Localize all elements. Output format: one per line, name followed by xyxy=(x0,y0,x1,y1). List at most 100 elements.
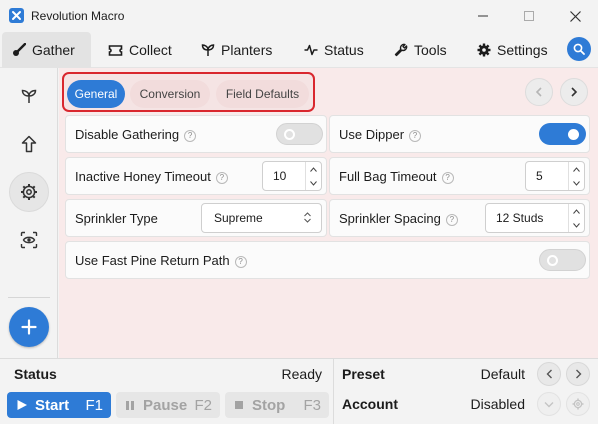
pause-button[interactable]: Pause F2 xyxy=(116,392,220,418)
tab-status[interactable]: Status xyxy=(294,32,374,68)
number-stepper[interactable] xyxy=(305,162,321,190)
stop-icon xyxy=(235,401,243,409)
setting-fast-pine-return: Use Fast Pine Return Path? xyxy=(65,241,590,279)
subtab-field-defaults[interactable]: Field Defaults xyxy=(216,80,309,108)
sprout-icon xyxy=(21,89,37,103)
sprinkler-type-select[interactable]: Supreme xyxy=(201,203,322,233)
preset-value[interactable]: Default xyxy=(481,366,525,382)
chevron-down-icon[interactable] xyxy=(569,176,584,190)
account-value[interactable]: Disabled xyxy=(471,396,525,412)
sprout-icon xyxy=(201,44,215,56)
sidebar-item-planters[interactable] xyxy=(9,76,49,116)
setting-label: Use Dipper xyxy=(339,126,405,142)
tab-gather[interactable]: Gather xyxy=(2,32,91,68)
wrench-icon xyxy=(394,43,408,57)
account-dropdown-button[interactable] xyxy=(537,392,561,416)
gather-content: General Conversion Field Defaults Disabl… xyxy=(59,68,598,358)
account-settings-button[interactable] xyxy=(566,392,590,416)
setting-label: Sprinkler Spacing xyxy=(339,210,441,226)
tab-collect[interactable]: Collect xyxy=(98,32,182,68)
full-bag-timeout-input[interactable]: 5 xyxy=(525,161,585,191)
help-icon[interactable]: ? xyxy=(234,255,247,268)
help-icon[interactable]: ? xyxy=(184,129,197,142)
chevron-up-icon[interactable] xyxy=(569,162,584,176)
gear-icon xyxy=(477,43,491,57)
play-icon xyxy=(17,400,27,410)
status-value: Ready xyxy=(281,366,322,382)
maximize-button[interactable] xyxy=(506,0,552,32)
prev-page-button[interactable] xyxy=(525,78,553,106)
chevron-right-icon xyxy=(575,369,581,379)
input-value: 10 xyxy=(273,169,287,183)
tab-label: Tools xyxy=(414,42,447,58)
number-stepper[interactable] xyxy=(568,162,584,190)
main-tab-bar: Gather Collect Planters Status Tools Set… xyxy=(0,32,598,68)
disable-gathering-toggle[interactable] xyxy=(276,123,323,145)
inactive-honey-timeout-input[interactable]: 10 xyxy=(262,161,322,191)
help-icon[interactable]: ? xyxy=(445,213,458,226)
chevron-down-icon xyxy=(544,401,554,407)
account-label: Account xyxy=(342,396,398,412)
setting-label: Full Bag Timeout xyxy=(339,168,437,184)
sidebar-item-vision[interactable] xyxy=(9,220,49,260)
sidebar-item-upload[interactable] xyxy=(9,124,49,164)
divider xyxy=(333,359,334,424)
add-button[interactable] xyxy=(9,307,49,347)
help-icon[interactable]: ? xyxy=(409,129,422,142)
tab-planters[interactable]: Planters xyxy=(191,32,282,68)
setting-label: Inactive Honey Timeout xyxy=(75,168,211,184)
sprinkler-spacing-input[interactable]: 12 Studs xyxy=(485,203,585,233)
chevron-left-icon xyxy=(535,87,542,97)
brush-icon xyxy=(13,43,26,56)
number-stepper[interactable] xyxy=(568,204,584,232)
setting-sprinkler-spacing: Sprinkler Spacing? 12 Studs xyxy=(329,199,590,237)
setting-label: Disable Gathering xyxy=(75,126,180,142)
subtab-conversion[interactable]: Conversion xyxy=(130,80,210,108)
tab-label: Settings xyxy=(497,42,548,58)
start-button[interactable]: Start F1 xyxy=(7,392,111,418)
close-button[interactable] xyxy=(552,0,598,32)
subtab-general[interactable]: General xyxy=(67,80,125,108)
search-button[interactable] xyxy=(567,37,591,61)
tab-settings[interactable]: Settings xyxy=(467,32,558,68)
stop-button[interactable]: Stop F3 xyxy=(225,392,329,418)
chevron-down-icon[interactable] xyxy=(569,218,584,232)
pause-icon xyxy=(126,400,134,410)
chevron-down-icon[interactable] xyxy=(306,176,321,190)
ticket-icon xyxy=(108,44,123,56)
gear-icon xyxy=(21,184,37,200)
chevron-left-icon xyxy=(546,369,552,379)
help-icon[interactable]: ? xyxy=(441,171,454,184)
tab-label: Collect xyxy=(129,42,172,58)
chevron-up-icon[interactable] xyxy=(306,162,321,176)
preset-prev-button[interactable] xyxy=(537,362,561,386)
chevron-right-icon xyxy=(571,87,578,97)
pause-label: Pause xyxy=(143,396,188,414)
tab-label: Planters xyxy=(221,42,273,58)
stop-label: Stop xyxy=(252,396,286,414)
status-bar: Status Ready Start F1 Pause F2 Stop F3 P… xyxy=(0,358,598,424)
title-bar: Revolution Macro xyxy=(0,0,598,32)
setting-sprinkler-type: Sprinkler Type Supreme xyxy=(65,199,327,237)
setting-full-bag-timeout: Full Bag Timeout? 5 xyxy=(329,157,590,195)
tab-tools[interactable]: Tools xyxy=(384,32,457,68)
setting-disable-gathering: Disable Gathering? xyxy=(65,115,327,153)
preset-next-button[interactable] xyxy=(566,362,590,386)
help-icon[interactable]: ? xyxy=(215,171,228,184)
subtab-group: General Conversion Field Defaults xyxy=(62,72,315,112)
gear-icon xyxy=(572,398,584,410)
preset-label: Preset xyxy=(342,366,385,382)
input-value: 12 Studs xyxy=(496,211,544,225)
setting-inactive-honey-timeout: Inactive Honey Timeout? 10 xyxy=(65,157,327,195)
chevron-up-icon[interactable] xyxy=(569,204,584,218)
plus-icon xyxy=(21,319,37,335)
next-page-button[interactable] xyxy=(560,78,588,106)
sidebar-item-settings[interactable] xyxy=(9,172,49,212)
app-logo-icon xyxy=(9,8,24,23)
fast-pine-toggle[interactable] xyxy=(539,249,586,271)
minimize-button[interactable] xyxy=(460,0,506,32)
setting-use-dipper: Use Dipper? xyxy=(329,115,590,153)
use-dipper-toggle[interactable] xyxy=(539,123,586,145)
start-hotkey: F1 xyxy=(85,396,103,414)
setting-label: Sprinkler Type xyxy=(75,210,158,226)
